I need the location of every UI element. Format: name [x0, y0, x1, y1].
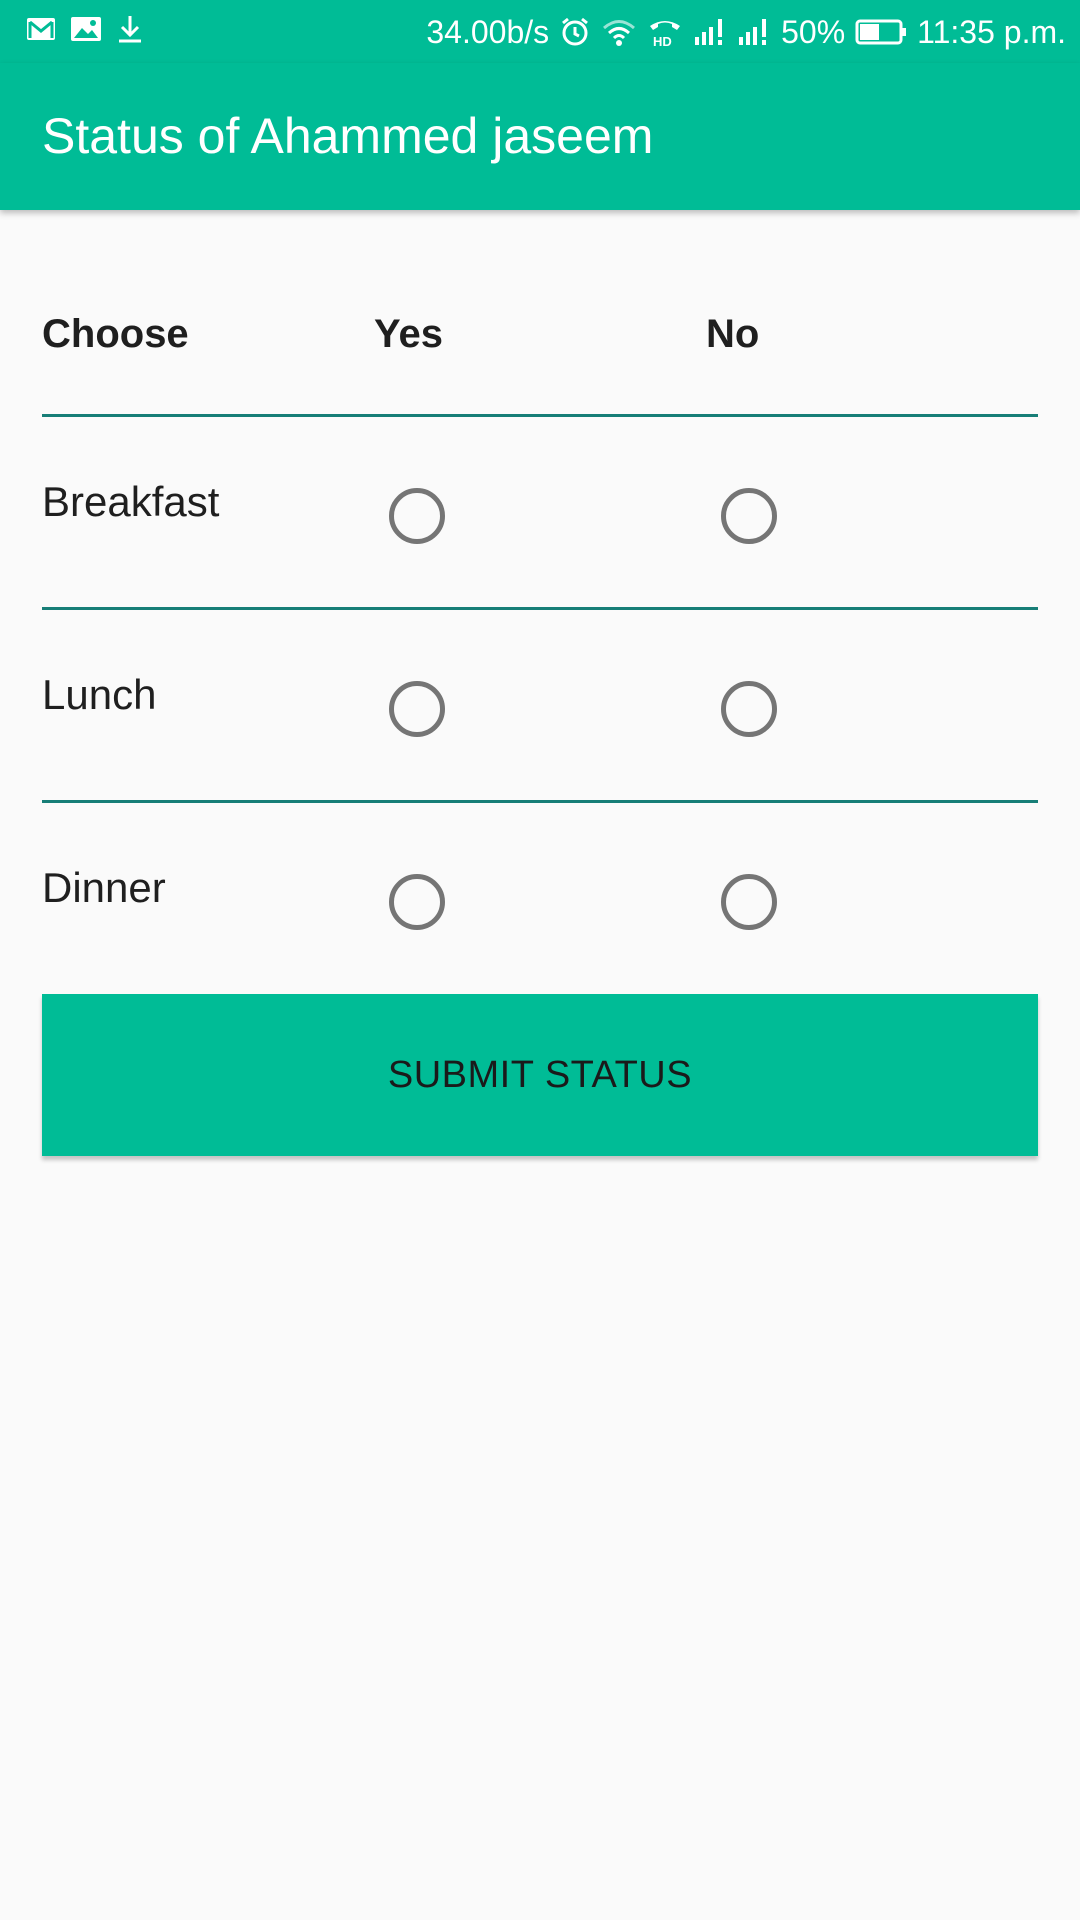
notification-icons [26, 14, 144, 44]
battery-percent: 50% [781, 14, 846, 50]
meal-row-breakfast: Breakfast [0, 478, 1080, 608]
dinner-no-radio[interactable] [721, 874, 777, 930]
network-speed: 34.00b/s [426, 14, 550, 50]
signal-icon-sim2 [737, 17, 771, 47]
wifi-icon [601, 17, 637, 47]
divider [42, 800, 1038, 803]
alarm-icon [559, 16, 591, 48]
header-no: No [706, 312, 760, 356]
dinner-yes-radio[interactable] [389, 874, 445, 930]
lunch-yes-radio[interactable] [389, 681, 445, 737]
meal-label-dinner: Dinner [42, 864, 166, 911]
meal-label-breakfast: Breakfast [42, 478, 220, 525]
image-icon [70, 16, 102, 42]
breakfast-no-radio[interactable] [721, 488, 777, 544]
clock: 11:35 p.m. [917, 14, 1066, 50]
header-choose: Choose [42, 312, 189, 356]
page-title: Status of Ahammed jaseem [42, 108, 654, 164]
breakfast-yes-radio[interactable] [389, 488, 445, 544]
meal-label-lunch: Lunch [42, 671, 157, 718]
system-status: 34.00b/s HD 50% 11:35 p.m. [426, 8, 1066, 56]
lunch-no-radio[interactable] [721, 681, 777, 737]
meal-row-dinner: Dinner [0, 864, 1080, 994]
submit-status-button[interactable]: SUBMIT STATUS [42, 994, 1038, 1156]
status-bar: 34.00b/s HD 50% 11:35 p.m. [0, 0, 1080, 63]
table-header: Choose Yes No [0, 300, 1080, 370]
divider [42, 607, 1038, 610]
download-icon [116, 14, 144, 44]
gmail-icon [26, 16, 56, 42]
app-bar: Status of Ahammed jaseem [0, 63, 1080, 210]
header-yes: Yes [374, 312, 443, 356]
divider [42, 414, 1038, 417]
signal-icon-sim1 [693, 17, 727, 47]
hd-call-icon: HD [647, 16, 683, 48]
battery-icon [855, 18, 907, 46]
svg-text:HD: HD [653, 34, 672, 48]
meal-row-lunch: Lunch [0, 671, 1080, 801]
